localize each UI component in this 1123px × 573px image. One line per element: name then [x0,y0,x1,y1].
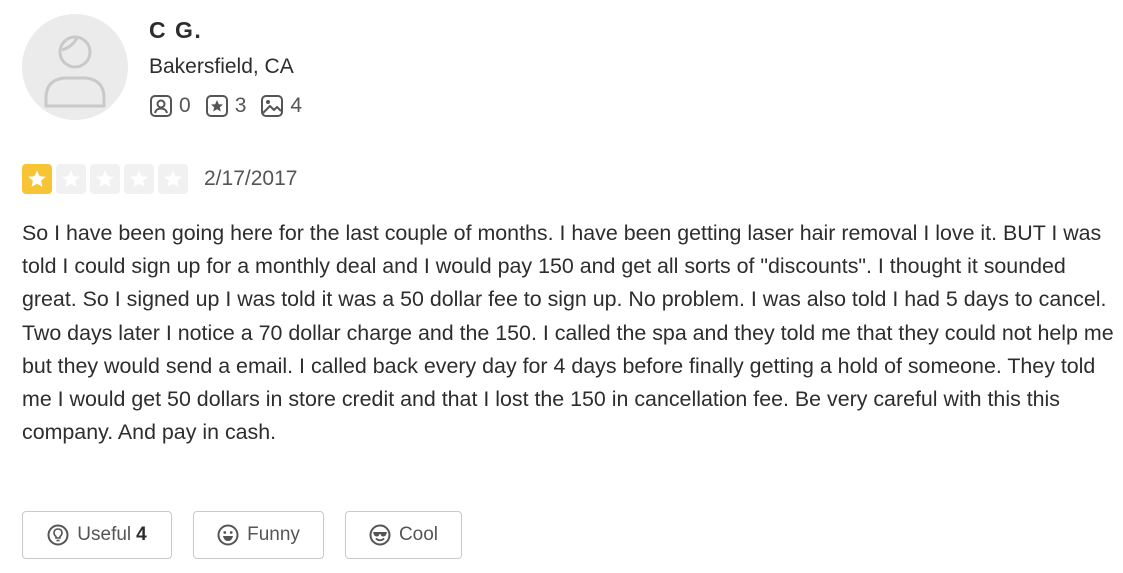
star-icon [164,170,182,187]
star-empty [158,164,188,194]
review-actions: Useful 4 Funny Cool [22,511,483,559]
star-empty [124,164,154,194]
cool-button[interactable]: Cool [345,511,462,559]
review-date: 2/17/2017 [204,167,298,190]
reviews-count: 3 [234,94,247,117]
friends-icon [150,95,172,117]
friends-stat: 0 [149,94,191,118]
star-icon [130,170,148,187]
funny-label: Funny [247,524,300,545]
user-stats: 0 3 4 [149,94,316,118]
useful-count: 4 [136,524,147,545]
avatar[interactable] [22,14,128,120]
star-icon [96,170,114,187]
friends-count: 0 [179,94,191,117]
star-filled [22,164,52,194]
default-user-avatar-icon [44,35,106,108]
star-rating [22,164,192,194]
star-icon [62,170,80,187]
reviews-star-icon [205,95,228,117]
review-text: So I have been going here for the last c… [22,221,1114,445]
lightbulb-icon [47,524,69,546]
user-location: Bakersfield, CA [149,55,294,78]
photos-stat: 4 [260,94,302,118]
photos-count: 4 [290,94,303,117]
rating-row: 2/17/2017 [22,164,297,194]
user-name[interactable]: C G. [149,17,202,44]
reviews-stat: 3 [205,94,247,118]
sunglasses-face-icon [369,524,391,546]
cool-label: Cool [398,524,439,545]
useful-button[interactable]: Useful 4 [22,511,172,559]
star-empty [90,164,120,194]
star-icon [28,170,46,187]
useful-label: Useful [77,524,132,545]
photos-icon [261,95,284,117]
funny-face-icon [217,524,239,546]
funny-button[interactable]: Funny [193,511,324,559]
star-empty [56,164,86,194]
